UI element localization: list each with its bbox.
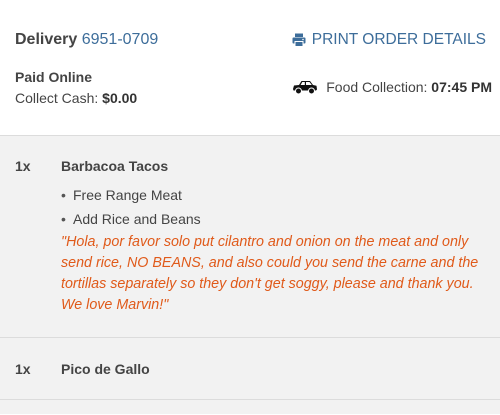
item-quantity: 1x — [15, 158, 31, 174]
bullet-icon: • — [61, 187, 66, 203]
item-special-instructions: "Hola, por favor solo put cilantro and o… — [61, 234, 479, 313]
item-modifier-label: Add Rice and Beans — [73, 211, 201, 227]
delivery-number: 6951-0709 — [81, 31, 159, 48]
item-modifier: • Add Rice and Beans — [61, 210, 201, 228]
order-item: 1x Pico de Gallo — [0, 338, 500, 400]
bullet-icon: • — [61, 211, 66, 227]
order-item — [0, 400, 500, 414]
print-order-details-label: PRINT ORDER DETAILS — [311, 31, 486, 48]
order-header: Delivery 6951-0709 PRINT ORDER DETAILS P… — [0, 0, 500, 136]
order-item: 1x Barbacoa Tacos • Free Range Meat • Ad… — [0, 136, 500, 338]
collect-cash-value: $0.00 — [102, 90, 138, 106]
food-collection-time: 07:45 PM — [431, 79, 492, 95]
car-icon — [293, 81, 318, 95]
collect-cash-label: Collect Cash: — [15, 90, 99, 106]
delivery-label: Delivery — [15, 31, 78, 48]
print-order-details-button[interactable]: PRINT ORDER DETAILS — [292, 30, 486, 50]
item-name: Barbacoa Tacos — [61, 158, 169, 174]
delivery-title: Delivery 6951-0709 — [15, 30, 158, 50]
item-modifier: • Free Range Meat — [61, 186, 182, 204]
printer-icon — [292, 33, 306, 47]
item-name: Pico de Gallo — [61, 361, 150, 377]
payment-status: Paid Online — [15, 69, 93, 85]
food-collection-label: Food Collection: — [326, 79, 428, 95]
collect-cash: Collect Cash: $0.00 — [15, 89, 137, 107]
food-collection: Food Collection: 07:45 PM — [292, 78, 492, 96]
item-quantity: 1x — [15, 361, 31, 377]
item-modifier-label: Free Range Meat — [73, 187, 182, 203]
